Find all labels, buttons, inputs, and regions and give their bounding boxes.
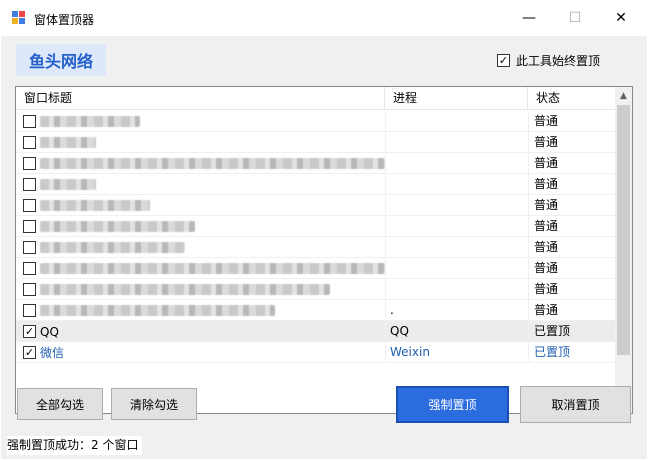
status-text: 强制置顶成功：2 个窗口 (7, 436, 143, 455)
app-icon (12, 11, 27, 26)
scrollbar-thumb[interactable] (617, 105, 630, 355)
scroll-up-icon[interactable]: ▲ (615, 87, 632, 104)
always-on-top-checkbox[interactable]: ✓ 此工具始终置顶 (497, 52, 600, 69)
window-title: 窗体置顶器 (34, 13, 95, 27)
maximize-button[interactable]: ☐ (552, 0, 598, 36)
table-row[interactable]: ✓ 微信 Weixin 已置顶 (16, 342, 615, 363)
cell-status: 普通 (528, 216, 615, 237)
brand-label: 鱼头网络 (16, 44, 106, 76)
cell-status: 普通 (528, 174, 615, 195)
table-row[interactable]: 普通 (16, 174, 615, 195)
row-checkbox[interactable] (23, 178, 36, 191)
cell-process (385, 195, 528, 216)
close-button[interactable]: ✕ (598, 0, 644, 36)
cell-title (16, 300, 385, 321)
cell-title: ✓ 微信 (16, 342, 385, 363)
cell-process (385, 237, 528, 258)
cell-status: 普通 (528, 195, 615, 216)
always-on-top-label: 此工具始终置顶 (516, 54, 601, 68)
row-checkbox[interactable] (23, 241, 36, 254)
redacted-title (40, 158, 385, 169)
cell-title (16, 195, 385, 216)
table-row[interactable]: 普通 (16, 237, 615, 258)
cancel-top-button[interactable]: 取消置顶 (520, 386, 631, 423)
table-row[interactable]: . 普通 (16, 300, 615, 321)
row-checkbox[interactable] (23, 283, 36, 296)
redacted-title (40, 305, 275, 316)
cell-process (385, 132, 528, 153)
client-area: 鱼头网络 ✓ 此工具始终置顶 窗口标题 进程 状态 普通 普通 普通 普通 普通 普通 普通… (1, 36, 647, 459)
cell-title (16, 174, 385, 195)
table-row[interactable]: 普通 (16, 195, 615, 216)
clear-selection-button[interactable]: 清除勾选 (111, 388, 197, 420)
force-top-button[interactable]: 强制置顶 (396, 386, 509, 423)
cell-status: 已置顶 (528, 342, 615, 363)
cell-process: . (385, 300, 528, 321)
cell-status: 普通 (528, 237, 615, 258)
table-row[interactable]: 普通 (16, 258, 615, 279)
row-checkbox[interactable] (23, 262, 36, 275)
cell-status: 普通 (528, 153, 615, 174)
title-bar: 窗体置顶器 — ☐ ✕ (0, 0, 648, 36)
cell-title (16, 237, 385, 258)
row-checkbox[interactable] (23, 199, 36, 212)
cell-title (16, 111, 385, 132)
list-header: 窗口标题 进程 状态 (16, 87, 615, 110)
cell-process (385, 279, 528, 300)
row-checkbox[interactable] (23, 115, 36, 128)
cell-process (385, 174, 528, 195)
redacted-title (40, 179, 96, 190)
cell-process (385, 258, 528, 279)
redacted-title (40, 116, 140, 127)
cell-status: 普通 (528, 111, 615, 132)
row-checkbox[interactable] (23, 304, 36, 317)
cell-title (16, 258, 385, 279)
table-row[interactable]: 普通 (16, 279, 615, 300)
row-checkbox[interactable] (23, 157, 36, 170)
column-header-process[interactable]: 进程 (385, 87, 528, 110)
status-bar: 强制置顶成功：2 个窗口 (1, 434, 647, 459)
minimize-button[interactable]: — (506, 0, 552, 36)
table-row[interactable]: ✓ QQ QQ 已置顶 (16, 321, 615, 342)
list-rows: 普通 普通 普通 普通 普通 普通 普通 普通 普通. 普通 ✓ QQ QQ 已置顶 ✓ 微信 Weixin 已置… (16, 111, 615, 363)
redacted-title (40, 263, 385, 274)
cell-process (385, 153, 528, 174)
cell-title: ✓ QQ (16, 321, 385, 342)
redacted-title (40, 284, 330, 295)
column-header-status[interactable]: 状态 (528, 87, 615, 110)
cell-process (385, 111, 528, 132)
redacted-title (40, 242, 185, 253)
column-header-title[interactable]: 窗口标题 (16, 87, 385, 110)
redacted-title (40, 221, 195, 232)
select-all-button[interactable]: 全部勾选 (17, 388, 103, 420)
cell-process: Weixin (385, 342, 528, 363)
cell-process (385, 216, 528, 237)
checkbox-icon[interactable]: ✓ (497, 54, 510, 67)
table-row[interactable]: 普通 (16, 111, 615, 132)
cell-title (16, 216, 385, 237)
cell-status: 普通 (528, 132, 615, 153)
row-title: 微信 (40, 346, 65, 360)
window-list[interactable]: 窗口标题 进程 状态 普通 普通 普通 普通 普通 普通 普通 普通 普通. 普通 ✓ QQ QQ 已置顶… (15, 86, 633, 414)
cell-title (16, 279, 385, 300)
cell-status: 普通 (528, 279, 615, 300)
vertical-scrollbar[interactable]: ▲ ▼ (615, 87, 632, 413)
cell-status: 普通 (528, 300, 615, 321)
row-checkbox[interactable] (23, 220, 36, 233)
redacted-title (40, 200, 150, 211)
cell-title (16, 132, 385, 153)
table-row[interactable]: 普通 (16, 216, 615, 237)
redacted-title (40, 137, 96, 148)
table-row[interactable]: 普通 (16, 153, 615, 174)
row-checkbox[interactable]: ✓ (23, 346, 36, 359)
table-row[interactable]: 普通 (16, 132, 615, 153)
row-checkbox[interactable]: ✓ (23, 325, 36, 338)
cell-status: 已置顶 (528, 321, 615, 342)
cell-process: QQ (385, 321, 528, 342)
row-checkbox[interactable] (23, 136, 36, 149)
cell-title (16, 153, 385, 174)
cell-status: 普通 (528, 258, 615, 279)
row-title: QQ (40, 324, 59, 339)
